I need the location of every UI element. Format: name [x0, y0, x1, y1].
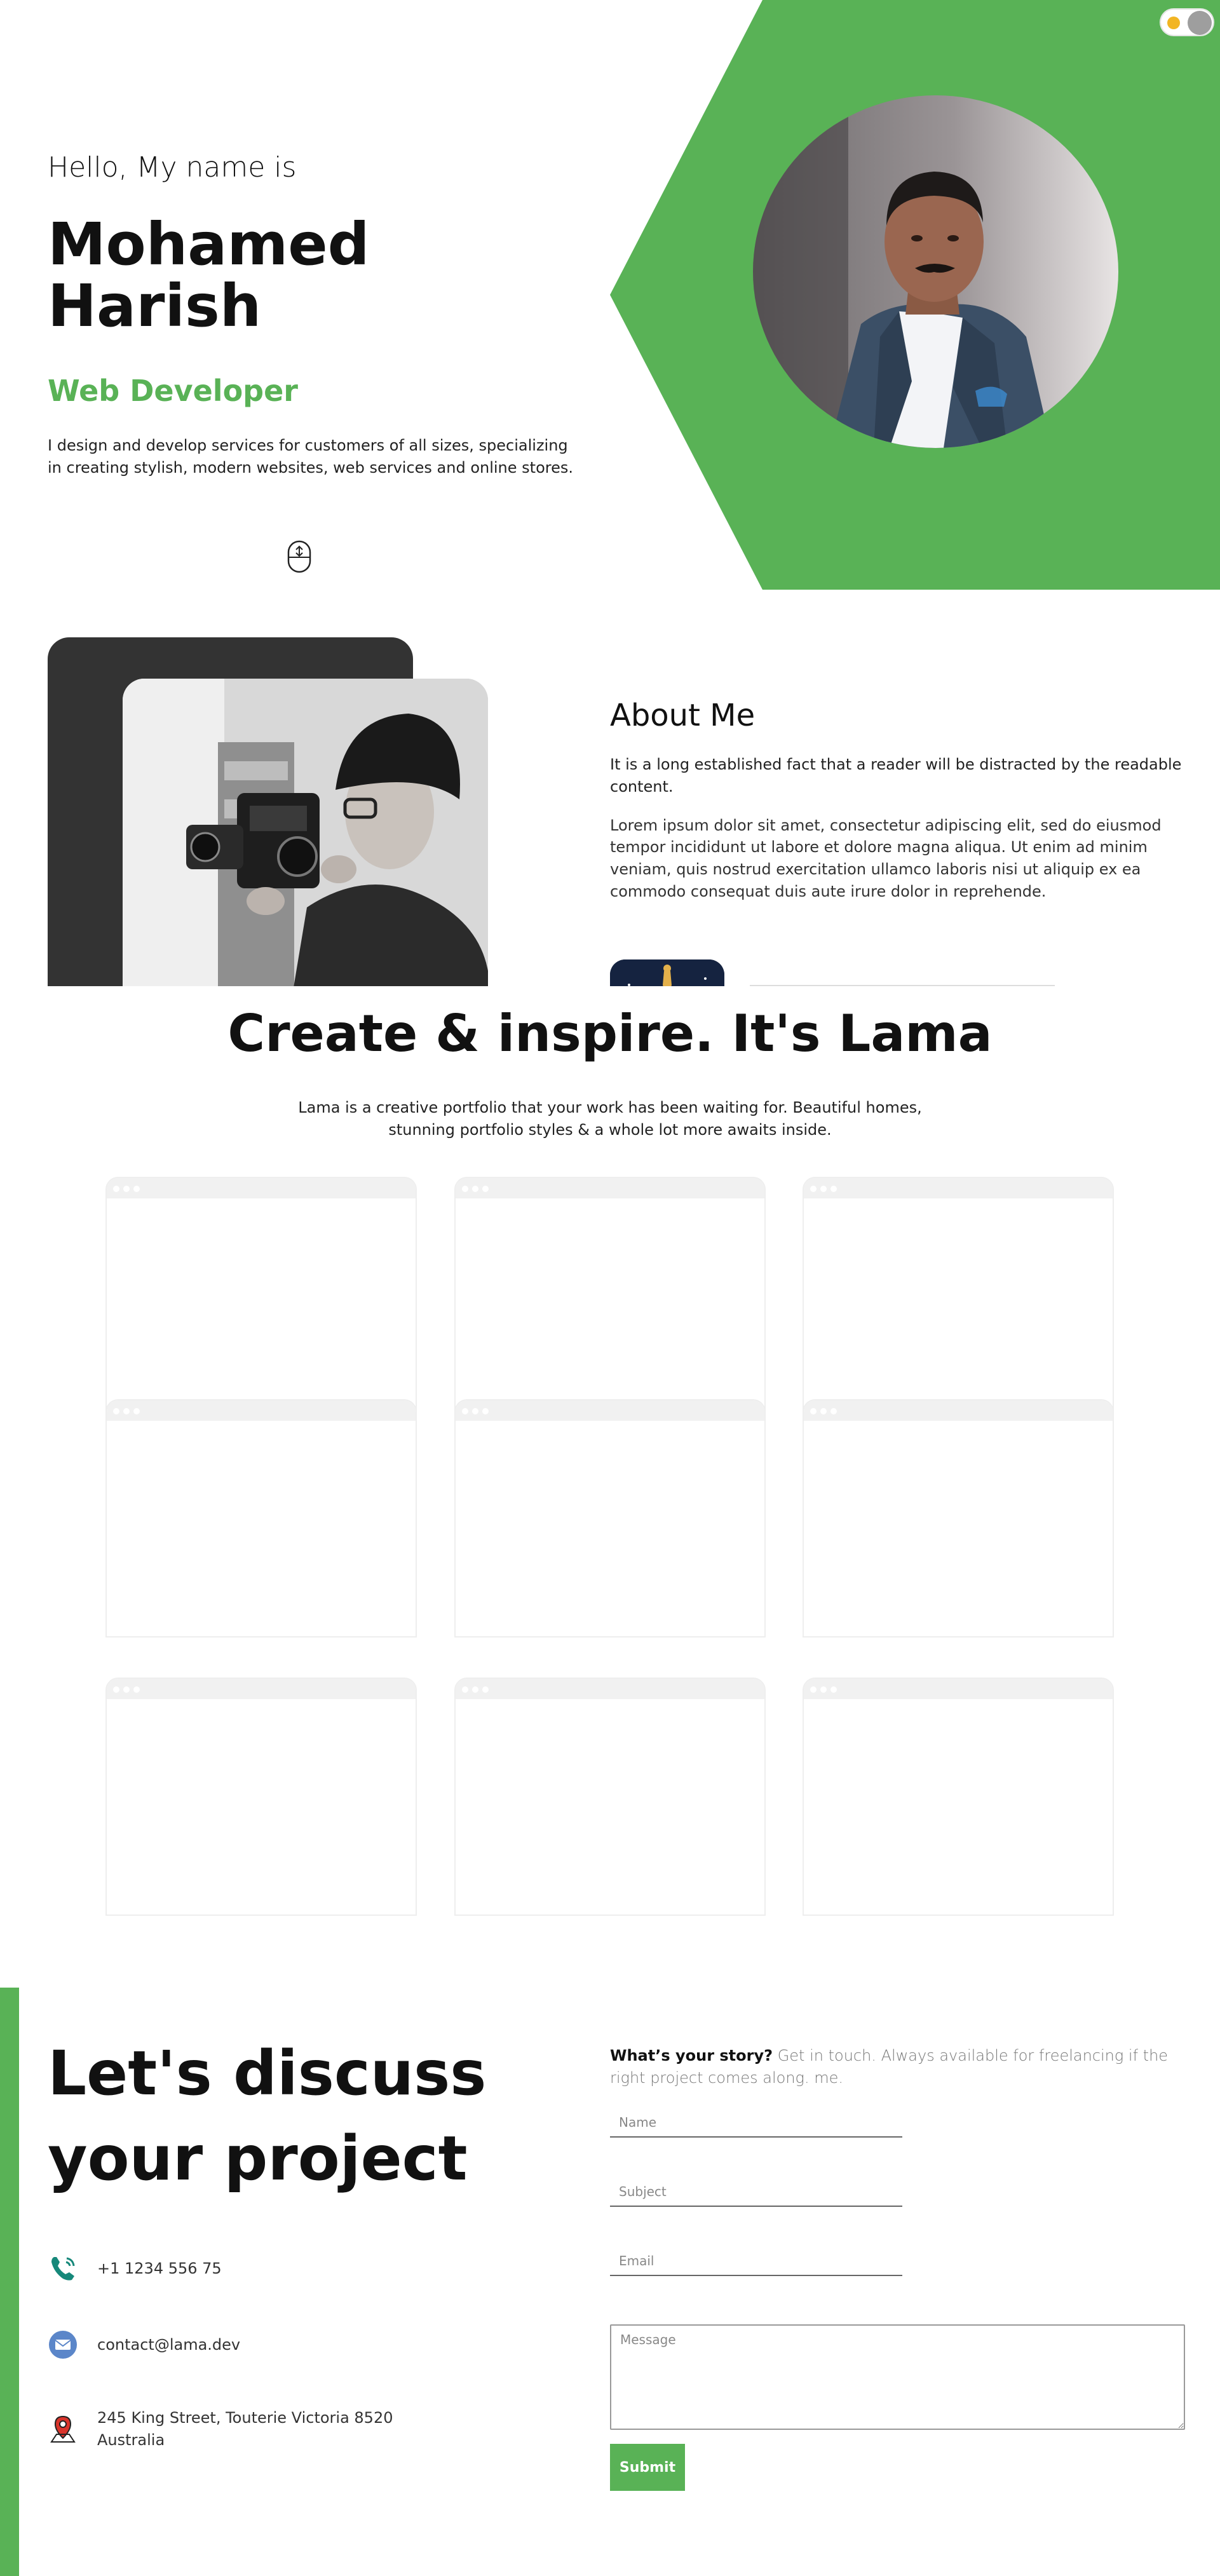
- contact-email-row: contact@lama.dev: [48, 2329, 428, 2360]
- portfolio-card[interactable]: [454, 1678, 766, 1916]
- about-subtitle: It is a long established fact that a rea…: [610, 756, 1182, 796]
- name-input[interactable]: [610, 2108, 902, 2138]
- about-title: About Me: [610, 698, 756, 733]
- subject-input[interactable]: [610, 2178, 902, 2207]
- hero-name: Mohamed Harish: [48, 210, 370, 340]
- portfolio-section: Create & inspire. It's Lama Lama is a cr…: [0, 986, 1220, 1988]
- contact-phone[interactable]: +1 1234 556 75: [97, 2258, 428, 2280]
- browser-bar: [456, 1178, 764, 1198]
- toggle-knob: [1188, 11, 1212, 35]
- about-photo: [123, 679, 488, 986]
- location-pin-icon: [50, 2415, 76, 2443]
- contact-intro-bold: What’s your story?: [610, 2047, 773, 2064]
- portfolio-card[interactable]: [803, 1399, 1114, 1637]
- mail-icon: [49, 2331, 77, 2359]
- email-input[interactable]: [610, 2247, 902, 2276]
- about-section: About Me It is a long established fact t…: [0, 590, 1220, 986]
- hero-role: Web Developer: [48, 374, 298, 409]
- message-textarea[interactable]: [610, 2324, 1185, 2430]
- browser-bar: [107, 1400, 416, 1421]
- portfolio-card[interactable]: [803, 1678, 1114, 1916]
- theme-toggle[interactable]: [1160, 9, 1214, 36]
- contact-address-row: 245 King Street, Touterie Victoria 8520 …: [48, 2407, 428, 2451]
- contact-intro: What’s your story? Get in touch. Always …: [610, 2045, 1182, 2089]
- contact-accent-stripe: [0, 1988, 19, 2576]
- hero-section: Hello, My name is Mohamed Harish Web Dev…: [0, 0, 1220, 590]
- hero-intro: Hello, My name is Mohamed Harish Web Dev…: [48, 151, 575, 479]
- browser-bar: [107, 1679, 416, 1699]
- browser-bar: [456, 1400, 764, 1421]
- sun-icon: [1167, 17, 1180, 29]
- portfolio-card[interactable]: [105, 1678, 417, 1916]
- portfolio-card[interactable]: [454, 1399, 766, 1637]
- portfolio-card[interactable]: [454, 1177, 766, 1415]
- contact-email[interactable]: contact@lama.dev: [97, 2334, 428, 2356]
- about-description: Lorem ipsum dolor sit amet, consectetur …: [610, 816, 1162, 900]
- hero-description: I design and develop services for custom…: [48, 437, 573, 477]
- portfolio-card[interactable]: [105, 1177, 417, 1415]
- browser-bar: [804, 1679, 1113, 1699]
- contact-address: 245 King Street, Touterie Victoria 8520 …: [97, 2409, 393, 2449]
- award-image: [610, 959, 724, 986]
- contact-section: Let's discuss your project +1 1234 556 7…: [0, 1988, 1220, 2576]
- portfolio-description: Lama is a creative portfolio that your w…: [298, 1099, 922, 1139]
- submit-button[interactable]: Submit: [610, 2444, 685, 2491]
- portfolio-card[interactable]: [105, 1399, 417, 1637]
- portfolio-card[interactable]: [803, 1177, 1114, 1415]
- browser-bar: [804, 1400, 1113, 1421]
- hero-greeting: Hello, My name is: [48, 151, 297, 184]
- profile-photo: [753, 95, 1118, 448]
- phone-icon: [51, 2257, 75, 2281]
- browser-bar: [456, 1679, 764, 1699]
- mouse-scroll-icon[interactable]: [287, 540, 311, 573]
- contact-title: Let's discuss your project: [48, 2038, 487, 2195]
- about-text: About Me It is a long established fact t…: [610, 698, 1214, 903]
- browser-bar: [107, 1178, 416, 1198]
- contact-phone-row: +1 1234 556 75: [48, 2253, 428, 2284]
- browser-bar: [804, 1178, 1113, 1198]
- portfolio-title: Create & inspire. It's Lama: [227, 1004, 993, 1063]
